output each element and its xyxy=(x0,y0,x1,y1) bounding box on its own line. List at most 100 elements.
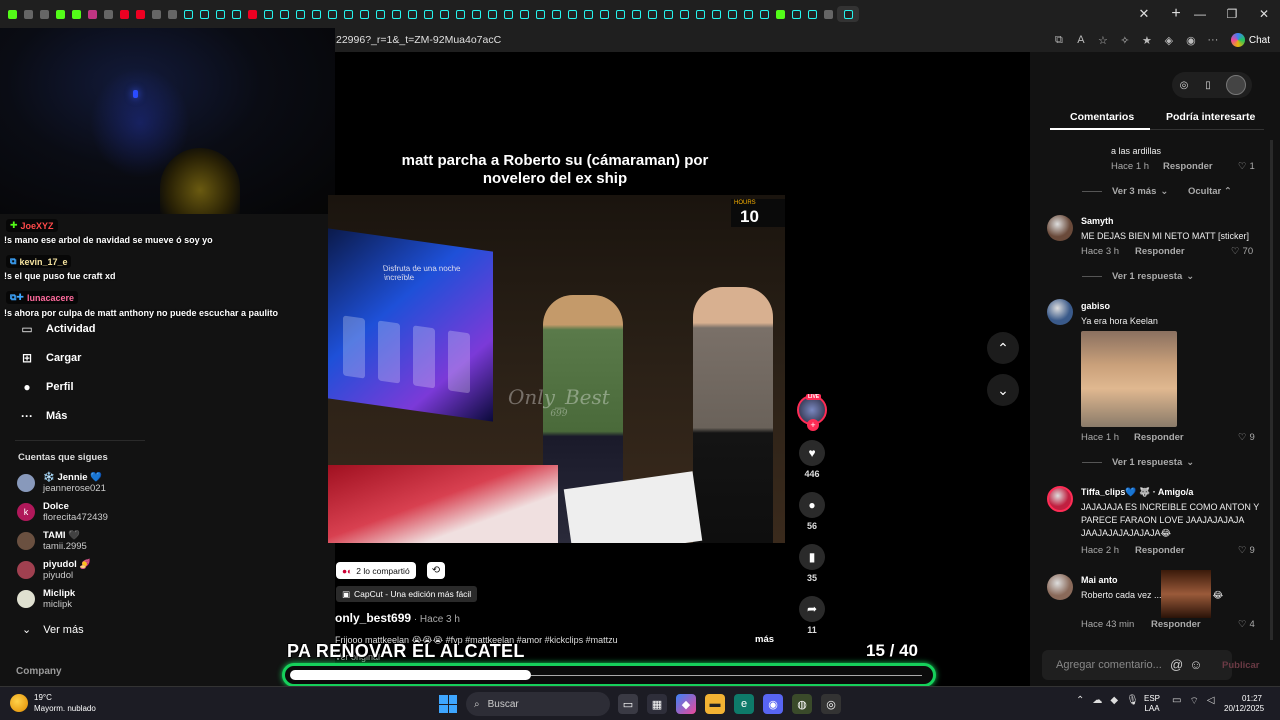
copilot-chat-button[interactable]: Chat xyxy=(1227,33,1274,47)
volume-icon[interactable]: ◁ xyxy=(1207,695,1215,708)
url-field[interactable]: 22996?_r=1&_t=ZM-92Mua4o7acC xyxy=(335,34,1051,46)
close-tab-icon[interactable]: ✕ xyxy=(1135,6,1153,22)
comment-username[interactable]: Samyth xyxy=(1081,216,1114,226)
browser-tab[interactable] xyxy=(693,6,707,22)
browser-tab[interactable] xyxy=(597,6,611,22)
browser-tab[interactable] xyxy=(805,6,819,22)
share-icon[interactable]: ➦ xyxy=(799,596,825,622)
post-comment-button[interactable]: Publicar xyxy=(1222,660,1260,671)
tab-comments[interactable]: Comentarios xyxy=(1070,111,1134,123)
comment-avatar[interactable] xyxy=(1047,215,1073,241)
creator-avatar[interactable]: LIVE + xyxy=(795,394,829,431)
browser-tab[interactable] xyxy=(485,6,499,22)
browser-tab[interactable] xyxy=(757,6,771,22)
browser-tab[interactable] xyxy=(213,6,227,22)
browser-tab[interactable] xyxy=(437,6,451,22)
browser-tab[interactable] xyxy=(341,6,355,22)
language-indicator[interactable]: ESP LAA xyxy=(1144,694,1160,714)
favorite-star-icon[interactable]: ☆ xyxy=(1095,32,1111,48)
share-action[interactable]: ➦ 11 xyxy=(795,596,829,635)
browser-tab[interactable] xyxy=(517,6,531,22)
browser-tab[interactable] xyxy=(197,6,211,22)
browser-tab[interactable] xyxy=(709,6,723,22)
browser-tab[interactable] xyxy=(645,6,659,22)
browser-tab[interactable] xyxy=(357,6,371,22)
wifi-icon[interactable]: ⌔ xyxy=(1189,695,1198,708)
extensions-icon[interactable]: ✧ xyxy=(1117,32,1133,48)
browser-tab[interactable] xyxy=(293,6,307,22)
translate-icon[interactable]: A xyxy=(1073,32,1089,48)
microphone-icon[interactable]: 🎙 xyxy=(1126,695,1139,706)
browser-tab[interactable] xyxy=(245,6,259,22)
browser-tab[interactable] xyxy=(773,6,787,22)
comment-like[interactable]: ♡ 4 xyxy=(1238,619,1255,630)
comment-username[interactable]: Tiffa_clips💙 🐺 · Amigo/a xyxy=(1081,487,1193,498)
browser-tab[interactable] xyxy=(53,6,67,22)
video-player[interactable]: Disfruta de una noche increíble Only_Bes… xyxy=(328,195,785,543)
following-item[interactable]: Miclipk miclipk xyxy=(17,588,75,610)
comment-input[interactable]: Agregar comentario... xyxy=(1042,650,1232,680)
shared-by-pill[interactable]: ●◐ 2 lo compartió xyxy=(336,562,416,579)
nav-more[interactable]: ··· Más xyxy=(20,409,67,423)
browser-tab[interactable] xyxy=(277,6,291,22)
following-item[interactable]: ❄️ Jennie 💙 jeannerose021 xyxy=(17,472,106,494)
open-in-app-icon[interactable]: ⧉ xyxy=(1051,32,1067,48)
like-action[interactable]: ♥ 446 xyxy=(795,440,829,479)
browser-tab[interactable] xyxy=(261,6,275,22)
browser-tab[interactable] xyxy=(69,6,83,22)
comment-like[interactable]: ♡ 9 xyxy=(1238,432,1255,443)
browser-tab[interactable] xyxy=(469,6,483,22)
hide-replies[interactable]: Ocultar ⌃ xyxy=(1188,186,1232,197)
comment-action[interactable]: ● 56 xyxy=(795,492,829,531)
browser-tab[interactable] xyxy=(581,6,595,22)
comment-icon[interactable]: ● xyxy=(799,492,825,518)
browser-tab[interactable] xyxy=(613,6,627,22)
see-more-replies[interactable]: Ver 3 más ⌄ xyxy=(1082,186,1168,197)
taskbar-search[interactable]: ⌕ Buscar xyxy=(466,692,610,716)
favorites-icon[interactable]: ★ xyxy=(1139,32,1155,48)
minimize-button[interactable]: — xyxy=(1184,0,1216,28)
follow-plus-icon[interactable]: + xyxy=(807,419,819,431)
see-reply[interactable]: Ver 1 respuesta ⌄ xyxy=(1082,271,1194,282)
browser-tab[interactable] xyxy=(661,6,675,22)
nav-profile[interactable]: ● Perfil xyxy=(20,380,73,394)
browser-tab[interactable] xyxy=(629,6,643,22)
reply-button[interactable]: Responder xyxy=(1151,619,1201,630)
restore-button[interactable]: ❐ xyxy=(1216,0,1248,28)
menu-icon[interactable]: ··· xyxy=(1205,32,1221,48)
tab-recommended[interactable]: Podría interesarte xyxy=(1166,111,1255,123)
close-window-button[interactable]: ✕ xyxy=(1248,0,1280,28)
browser-tab[interactable] xyxy=(117,6,131,22)
reply-button[interactable]: Responder xyxy=(1135,545,1185,556)
emoji-icon[interactable]: ☺ xyxy=(1189,657,1202,672)
nav-activity[interactable]: ▭ Actividad xyxy=(20,322,95,336)
browser-tab[interactable] xyxy=(181,6,195,22)
browser-tab[interactable] xyxy=(5,6,19,22)
comment-like[interactable]: ♡ 1 xyxy=(1238,161,1255,172)
browser-tab[interactable] xyxy=(389,6,403,22)
browser-tab[interactable] xyxy=(549,6,563,22)
browser-tab[interactable] xyxy=(37,6,51,22)
expand-description-button[interactable]: más xyxy=(755,634,774,645)
company-link[interactable]: Company xyxy=(16,666,62,677)
nav-upload[interactable]: ⊞ Cargar xyxy=(20,351,82,365)
obs-icon[interactable]: ◎ xyxy=(821,694,841,714)
comment-avatar[interactable] xyxy=(1047,299,1073,325)
capcut-link[interactable]: ▣ CapCut - Una edición más fácil xyxy=(336,586,478,602)
weather-widget[interactable]: 19°C Mayorm. nublado xyxy=(10,692,96,714)
browser-tab[interactable] xyxy=(741,6,755,22)
comments-scrollbar[interactable] xyxy=(1270,140,1273,640)
task-view-icon[interactable]: ▭ xyxy=(618,694,638,714)
browser-tab[interactable] xyxy=(165,6,179,22)
app-icon[interactable]: ◍ xyxy=(792,694,812,714)
comment-username[interactable]: gabiso xyxy=(1081,301,1110,311)
network-tray-icon[interactable]: ◆ xyxy=(1110,695,1118,706)
browser-tab[interactable] xyxy=(821,6,835,22)
video-author[interactable]: only_best699 · Hace 3 h xyxy=(335,611,460,625)
discord-icon[interactable]: ◉ xyxy=(763,694,783,714)
clock[interactable]: 01:27 20/12/2025 xyxy=(1224,694,1264,714)
bookmark-icon[interactable]: ▮ xyxy=(799,544,825,570)
browser-tab[interactable] xyxy=(21,6,35,22)
following-item[interactable]: piyudol 🍠 piyudol xyxy=(17,559,91,581)
browser-tab[interactable] xyxy=(421,6,435,22)
